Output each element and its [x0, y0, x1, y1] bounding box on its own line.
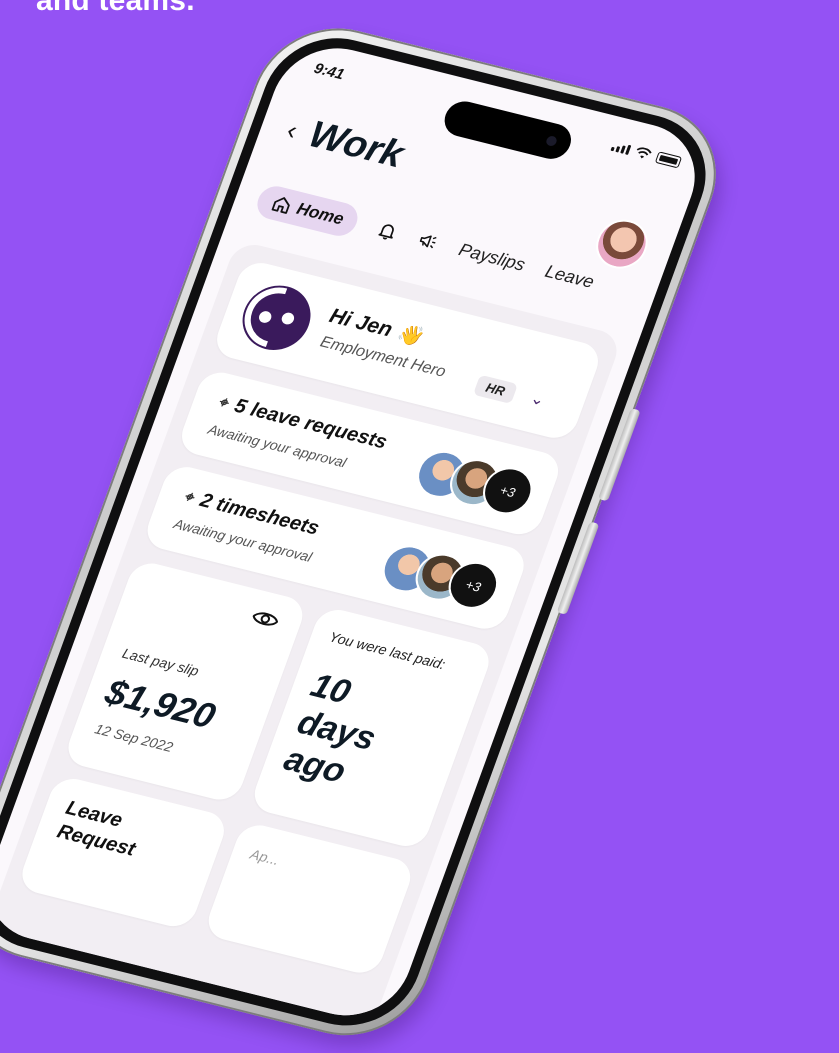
partial-card-label: Ap... — [248, 845, 282, 868]
avatar-stack: +3 — [410, 445, 540, 520]
greeting-text: Hi Jen — [326, 304, 396, 342]
chevron-left-icon[interactable]: ‹ — [283, 114, 302, 144]
payslip-label: Last pay slip — [120, 644, 202, 679]
dynamic-island — [439, 97, 577, 163]
pin-icon: ⌖ — [215, 393, 231, 412]
title-row: ‹ Work — [281, 108, 409, 177]
signal-icon — [610, 141, 632, 155]
eye-icon[interactable] — [250, 607, 281, 630]
leave-request-card[interactable]: Leave Request — [16, 774, 231, 931]
pin-icon: ⌖ — [181, 487, 196, 506]
last-paid-label: You were last paid: — [327, 628, 448, 673]
avatar-stack: +3 — [375, 540, 505, 614]
megaphone-icon[interactable] — [415, 229, 441, 253]
status-icons — [610, 140, 683, 169]
home-content: Hi Jen👋 Employment Hero HR ⌄ ⌖ 5 leave r… — [0, 239, 624, 1025]
wifi-icon — [636, 147, 652, 159]
last-paid-value: 10 days ago — [279, 666, 395, 796]
tab-payslips[interactable]: Payslips — [456, 239, 528, 275]
phone-mockup: 9:41 ‹ Work Home Payslips Leave Hi Jen👋 … — [0, 0, 839, 1052]
user-avatar[interactable] — [589, 214, 655, 274]
role-badge: HR — [472, 374, 518, 404]
tab-leave[interactable]: Leave — [542, 261, 597, 293]
home-icon — [271, 197, 290, 214]
partial-card[interactable]: Ap... — [202, 820, 417, 978]
chevron-down-icon[interactable]: ⌄ — [528, 388, 548, 410]
bell-icon[interactable] — [375, 219, 401, 243]
page-title: Work — [303, 113, 410, 177]
wave-icon: 👋 — [393, 321, 426, 349]
status-time: 9:41 — [311, 60, 347, 84]
employment-hero-logo-icon — [242, 285, 311, 350]
tab-home[interactable]: Home — [252, 182, 363, 240]
leave-request-title: Leave Request — [53, 796, 147, 862]
battery-icon — [654, 151, 683, 169]
camera-icon — [544, 135, 559, 147]
phone-device: 9:41 ‹ Work Home Payslips Leave Hi Jen👋 … — [0, 12, 739, 1052]
tab-label: Home — [294, 199, 347, 229]
